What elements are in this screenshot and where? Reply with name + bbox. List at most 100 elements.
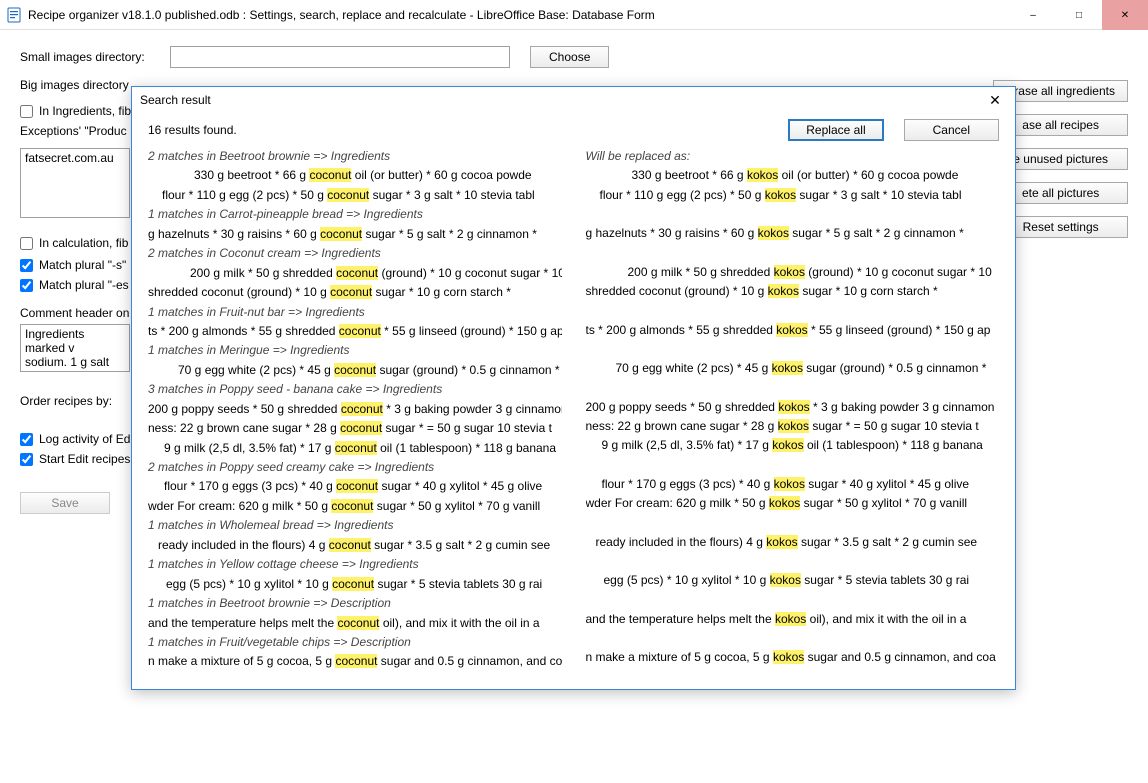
- result-line: ts * 200 g almonds * 55 g shredded cocon…: [148, 322, 562, 341]
- highlight: kokos: [758, 226, 789, 240]
- app-icon: [6, 7, 22, 23]
- match-plural-s-label: Match plural "-s": [39, 258, 126, 272]
- dialog-titlebar: Search result ✕: [132, 87, 1015, 113]
- highlight: coconut: [335, 654, 377, 668]
- choose-button[interactable]: Choose: [530, 46, 609, 68]
- section-header: 2 matches in Beetroot brownie => Ingredi…: [148, 147, 562, 166]
- result-line: shredded coconut (ground) * 10 g kokos s…: [586, 282, 1000, 301]
- section-header: 3 matches in Poppy seed - banana cake =>…: [148, 380, 562, 399]
- highlight: kokos: [778, 400, 809, 414]
- exceptions-textarea[interactable]: fatsecret.com.au: [20, 148, 130, 218]
- result-line: 330 g beetroot * 66 g coconut oil (or bu…: [148, 166, 562, 185]
- in-calculation-checkbox[interactable]: [20, 237, 33, 250]
- highlight: kokos: [770, 573, 801, 587]
- highlight: kokos: [775, 612, 806, 626]
- result-line: 200 g milk * 50 g shredded coconut (grou…: [148, 264, 562, 283]
- small-images-input[interactable]: [170, 46, 510, 68]
- highlight: kokos: [766, 535, 797, 549]
- replace-all-button[interactable]: Replace all: [788, 119, 883, 141]
- result-line: egg (5 pcs) * 10 g xylitol * 10 g coconu…: [148, 575, 562, 594]
- result-line: wder For cream: 620 g milk * 50 g kokos …: [586, 494, 1000, 513]
- result-line: ts * 200 g almonds * 55 g shredded kokos…: [586, 321, 1000, 340]
- log-activity-label: Log activity of Ed: [39, 432, 130, 446]
- highlight: coconut: [336, 479, 378, 493]
- dialog-toolbar: 16 results found. Replace all Cancel: [132, 113, 1015, 141]
- cancel-button[interactable]: Cancel: [904, 119, 999, 141]
- replaced-column: Will be replaced as:330 g beetroot * 66 …: [586, 147, 1000, 679]
- minimize-button[interactable]: –: [1010, 0, 1056, 30]
- highlight: coconut: [332, 577, 374, 591]
- section-header: 1 matches in Carrot-pineapple bread => I…: [148, 205, 562, 224]
- log-activity-checkbox[interactable]: [20, 433, 33, 446]
- match-plural-s-checkbox[interactable]: [20, 259, 33, 272]
- highlight: coconut: [340, 421, 382, 435]
- result-line: ready included in the flours) 4 g coconu…: [148, 536, 562, 555]
- highlight: coconut: [341, 402, 383, 416]
- in-ingredients-checkbox[interactable]: [20, 105, 33, 118]
- section-header: 1 matches in Meringue => Ingredients: [148, 341, 562, 360]
- result-line: flour * 110 g egg (2 pcs) * 50 g kokos s…: [586, 186, 1000, 205]
- highlight: coconut: [337, 616, 379, 630]
- result-line: 200 g poppy seeds * 50 g shredded coconu…: [148, 400, 562, 419]
- results-area: 2 matches in Beetroot brownie => Ingredi…: [132, 141, 1015, 689]
- result-line: n make a mixture of 5 g cocoa, 5 g kokos…: [586, 648, 1000, 667]
- start-edit-checkbox[interactable]: [20, 453, 33, 466]
- highlight: kokos: [774, 477, 805, 491]
- comment-textarea[interactable]: Ingredients marked v sodium. 1 g salt co…: [20, 324, 130, 372]
- highlight: coconut: [329, 538, 371, 552]
- match-plural-es-label: Match plural "-es: [39, 278, 129, 292]
- result-line: 200 g poppy seeds * 50 g shredded kokos …: [586, 398, 1000, 417]
- highlight: kokos: [776, 323, 807, 337]
- highlight: kokos: [765, 188, 796, 202]
- highlight: coconut: [336, 266, 378, 280]
- section-header: 1 matches in Wholemeal bread => Ingredie…: [148, 516, 562, 535]
- highlight: coconut: [330, 285, 372, 299]
- save-button[interactable]: Save: [20, 492, 110, 514]
- small-images-label: Small images directory:: [20, 50, 170, 64]
- result-line: g hazelnuts * 30 g raisins * 60 g kokos …: [586, 224, 1000, 243]
- dialog-title: Search result: [140, 93, 211, 107]
- result-line: g hazelnuts * 30 g raisins * 60 g coconu…: [148, 225, 562, 244]
- result-line: 9 g milk (2,5 dl, 3.5% fat) * 17 g cocon…: [148, 439, 562, 458]
- highlight: coconut: [339, 324, 381, 338]
- result-line: 200 g milk * 50 g shredded kokos (ground…: [586, 263, 1000, 282]
- highlight: coconut: [335, 441, 377, 455]
- result-line: flour * 170 g eggs (3 pcs) * 40 g coconu…: [148, 477, 562, 496]
- highlight: coconut: [331, 499, 373, 513]
- result-line: wder For cream: 620 g milk * 50 g coconu…: [148, 497, 562, 516]
- start-edit-label: Start Edit recipes: [39, 452, 130, 466]
- match-plural-es-checkbox[interactable]: [20, 279, 33, 292]
- highlight: kokos: [772, 361, 803, 375]
- highlight: kokos: [773, 650, 804, 664]
- highlight: coconut: [309, 168, 351, 182]
- result-line: and the temperature helps melt the kokos…: [586, 610, 1000, 629]
- result-line: flour * 170 g eggs (3 pcs) * 40 g kokos …: [586, 475, 1000, 494]
- section-header: 1 matches in Fruit-nut bar => Ingredient…: [148, 303, 562, 322]
- result-line: ready included in the flours) 4 g kokos …: [586, 533, 1000, 552]
- section-header: 1 matches in Yellow cottage cheese => In…: [148, 555, 562, 574]
- section-header: 2 matches in Coconut cream => Ingredient…: [148, 244, 562, 263]
- in-calculation-label: In calculation, fib: [39, 236, 128, 250]
- highlight: coconut: [320, 227, 362, 241]
- highlight: coconut: [334, 363, 376, 377]
- result-line: 70 g egg white (2 pcs) * 45 g coconut su…: [148, 361, 562, 380]
- window-titlebar: Recipe organizer v18.1.0 published.odb :…: [0, 0, 1148, 30]
- highlight: kokos: [772, 438, 803, 452]
- highlight: kokos: [769, 496, 800, 510]
- will-be-replaced-header: Will be replaced as:: [586, 147, 1000, 166]
- result-line: shredded coconut (ground) * 10 g coconut…: [148, 283, 562, 302]
- search-result-dialog: Search result ✕ 16 results found. Replac…: [131, 86, 1016, 690]
- section-header: 2 matches in Poppy seed creamy cake => I…: [148, 458, 562, 477]
- result-line: ness: 22 g brown cane sugar * 28 g kokos…: [586, 417, 1000, 436]
- maximize-button[interactable]: □: [1056, 0, 1102, 30]
- result-line: n make a mixture of 5 g cocoa, 5 g cocon…: [148, 652, 562, 671]
- window-title: Recipe organizer v18.1.0 published.odb :…: [28, 8, 1010, 22]
- highlight: kokos: [768, 284, 799, 298]
- dialog-close-button[interactable]: ✕: [983, 88, 1007, 112]
- close-button[interactable]: ✕: [1102, 0, 1148, 30]
- results-count: 16 results found.: [148, 123, 768, 137]
- highlight: coconut: [327, 188, 369, 202]
- result-line: ness: 22 g brown cane sugar * 28 g cocon…: [148, 419, 562, 438]
- highlight: kokos: [747, 168, 778, 182]
- result-line: 330 g beetroot * 66 g kokos oil (or butt…: [586, 166, 1000, 185]
